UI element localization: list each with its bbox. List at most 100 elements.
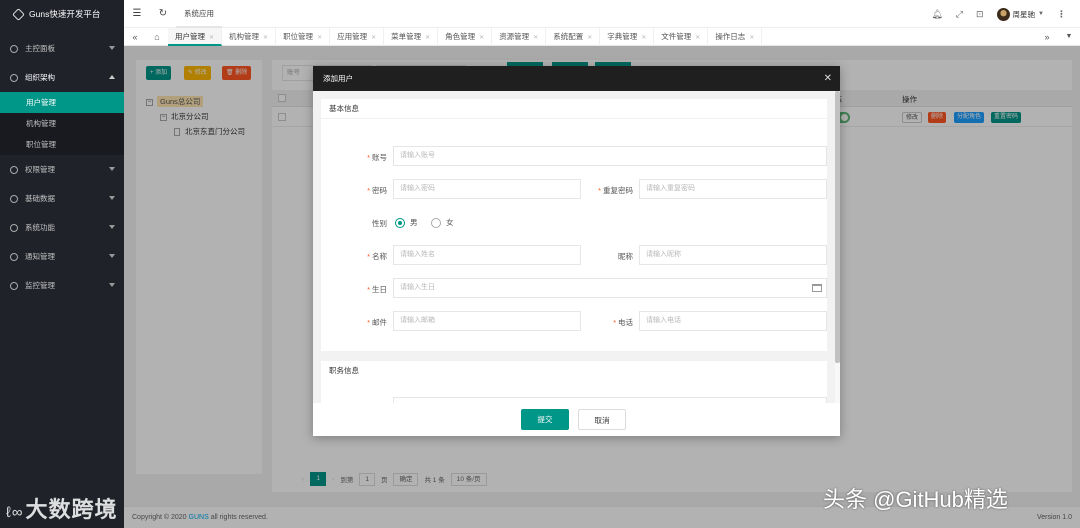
- caret-down-icon: ▼: [1038, 11, 1044, 17]
- dialog-scrollbar[interactable]: [835, 91, 840, 403]
- tab-controls: » ▼: [1036, 28, 1080, 46]
- sidebar-item-label: 基础数据: [25, 194, 55, 203]
- basic-info-card: 基本信息 * 账号 请输入账号 * 密码 请输入密码 * 重复密码 请输入重复密码 性…: [321, 99, 827, 351]
- breadcrumb[interactable]: 系统应用: [176, 0, 222, 28]
- app-logo[interactable]: Guns快速开发平台: [0, 0, 124, 28]
- shield-icon: [10, 165, 18, 174]
- close-icon[interactable]: ✕: [479, 35, 484, 41]
- sidebar-submenu: 用户管理 机构管理 职位管理: [0, 92, 124, 155]
- dialog-footer: 提交 取消: [313, 403, 840, 436]
- tab-positions[interactable]: 职位管理 ✕: [276, 27, 331, 46]
- section-title-basic: 基本信息: [321, 99, 827, 119]
- top-header: ☰ ↻ 系统应用 🔔︎ ⤢ ⊡ 周星驰 ▼ ⋮: [124, 0, 1080, 28]
- tab-scroll-right-icon[interactable]: »: [1036, 28, 1058, 46]
- email-input[interactable]: 请输入邮箱: [393, 311, 581, 331]
- home-icon[interactable]: ⌂: [146, 32, 168, 42]
- birthday-input[interactable]: 请输入生日: [393, 278, 827, 298]
- tab-users[interactable]: 用户管理 ✕: [168, 27, 223, 46]
- tab-oplog[interactable]: 操作日志 ✕: [708, 27, 763, 46]
- tab-resources[interactable]: 资源管理 ✕: [492, 27, 547, 46]
- sidebar-item-basedata[interactable]: 基础数据: [0, 184, 124, 213]
- tab-label: 文件管理: [661, 31, 692, 41]
- close-icon[interactable]: ✕: [824, 66, 832, 91]
- nickname-input[interactable]: 请输入昵称: [639, 245, 827, 265]
- close-icon[interactable]: ✕: [425, 35, 430, 41]
- chevron-down-icon: [109, 254, 115, 258]
- sidebar-item-label: 主控面板: [25, 44, 55, 53]
- tab-label: 职位管理: [283, 31, 314, 41]
- gender-female-radio[interactable]: 女: [431, 217, 454, 228]
- add-user-dialog: 添加用户 ✕ 基本信息 * 账号 请输入账号 * 密码 请输入密码 * 重复密码 请输…: [313, 66, 840, 436]
- sidebar-item-system[interactable]: 系统功能: [0, 213, 124, 242]
- calendar-icon[interactable]: [812, 284, 822, 292]
- name-label: * 名称: [367, 252, 387, 261]
- scrollbar-thumb[interactable]: [835, 91, 840, 363]
- tab-config[interactable]: 系统配置 ✕: [546, 27, 601, 46]
- tab-label: 操作日志: [715, 31, 746, 41]
- close-icon[interactable]: ✕: [587, 35, 592, 41]
- tab-label: 菜单管理: [391, 31, 422, 41]
- password-label: * 密码: [367, 186, 387, 195]
- sidebar-item-permissions[interactable]: 权限管理: [0, 155, 124, 184]
- gear-icon: [10, 223, 18, 232]
- close-icon[interactable]: ✕: [317, 35, 322, 41]
- sidebar-item-label: 组织架构: [25, 73, 55, 82]
- gender-male-radio[interactable]: 男: [395, 217, 418, 228]
- sidebar-item-label: 权限管理: [25, 165, 55, 174]
- bell-icon[interactable]: 🔔︎: [931, 9, 942, 20]
- sidebar-item-label: 系统功能: [25, 223, 55, 232]
- user-menu[interactable]: 周星驰 ▼: [996, 7, 1044, 21]
- tab-label: 机构管理: [229, 31, 260, 41]
- tab-label: 字典管理: [607, 31, 638, 41]
- radio-checked-icon: [395, 217, 405, 228]
- close-icon[interactable]: ✕: [263, 35, 268, 41]
- radio-unchecked-icon: [431, 217, 441, 228]
- close-icon[interactable]: ✕: [209, 35, 214, 41]
- tab-dict[interactable]: 字典管理 ✕: [600, 27, 655, 46]
- close-icon[interactable]: ✕: [641, 35, 646, 41]
- cancel-button[interactable]: 取消: [578, 409, 626, 430]
- close-icon[interactable]: ✕: [533, 35, 538, 41]
- tab-menus[interactable]: 菜单管理 ✕: [384, 27, 439, 46]
- lock-icon[interactable]: ⊡: [976, 9, 984, 20]
- sidebar-item-dashboard[interactable]: 主控面板: [0, 34, 124, 63]
- gender-label: 性别: [372, 219, 387, 228]
- tab-apps[interactable]: 应用管理 ✕: [330, 27, 385, 46]
- name-input[interactable]: 请输入姓名: [393, 245, 581, 265]
- fullscreen-icon[interactable]: ⤢: [956, 9, 963, 20]
- account-input[interactable]: 请输入账号: [393, 146, 827, 166]
- sidebar-item-positions[interactable]: 职位管理: [0, 134, 124, 155]
- tab-scroll-left-icon[interactable]: «: [124, 32, 146, 42]
- sidebar-item-label: 监控管理: [25, 281, 55, 290]
- password-input[interactable]: 请输入密码: [393, 179, 581, 199]
- sidebar-item-users[interactable]: 用户管理: [0, 92, 124, 113]
- sidebar-item-notice[interactable]: 通知管理: [0, 242, 124, 271]
- close-icon[interactable]: ✕: [695, 35, 700, 41]
- radio-label: 女: [446, 218, 454, 227]
- birthday-label: * 生日: [367, 285, 387, 294]
- submit-button[interactable]: 提交: [521, 409, 569, 430]
- user-name: 周星驰: [1012, 9, 1036, 19]
- chevron-down-icon: [109, 283, 115, 287]
- tab-roles[interactable]: 角色管理 ✕: [438, 27, 493, 46]
- sidebar-item-orgs[interactable]: 机构管理: [0, 113, 124, 134]
- nickname-label: 昵称: [618, 252, 633, 261]
- sidebar-menu: 主控面板 组织架构 用户管理 机构管理 职位管理 权限管理 基础数据 系统功能: [0, 34, 124, 300]
- dialog-title: 添加用户: [323, 74, 353, 83]
- dashboard-icon: [10, 44, 18, 53]
- menu-toggle-icon[interactable]: ☰: [124, 8, 150, 19]
- tab-label: 用户管理: [175, 31, 205, 41]
- close-icon[interactable]: ✕: [749, 35, 754, 41]
- phone-input[interactable]: 请输入电话: [639, 311, 827, 331]
- sidebar-item-organization[interactable]: 组织架构: [0, 63, 124, 92]
- tab-orgs[interactable]: 机构管理 ✕: [222, 27, 277, 46]
- chevron-up-icon: [109, 75, 115, 79]
- refresh-icon[interactable]: ↻: [150, 8, 176, 19]
- tab-files[interactable]: 文件管理 ✕: [654, 27, 709, 46]
- header-tools: 🔔︎ ⤢ ⊡ 周星驰 ▼ ⋮: [931, 0, 1066, 28]
- tab-menu-icon[interactable]: ▼: [1058, 28, 1080, 46]
- close-icon[interactable]: ✕: [371, 35, 376, 41]
- more-icon[interactable]: ⋮: [1057, 9, 1066, 20]
- sidebar-item-monitor[interactable]: 监控管理: [0, 271, 124, 300]
- repassword-input[interactable]: 请输入重复密码: [639, 179, 827, 199]
